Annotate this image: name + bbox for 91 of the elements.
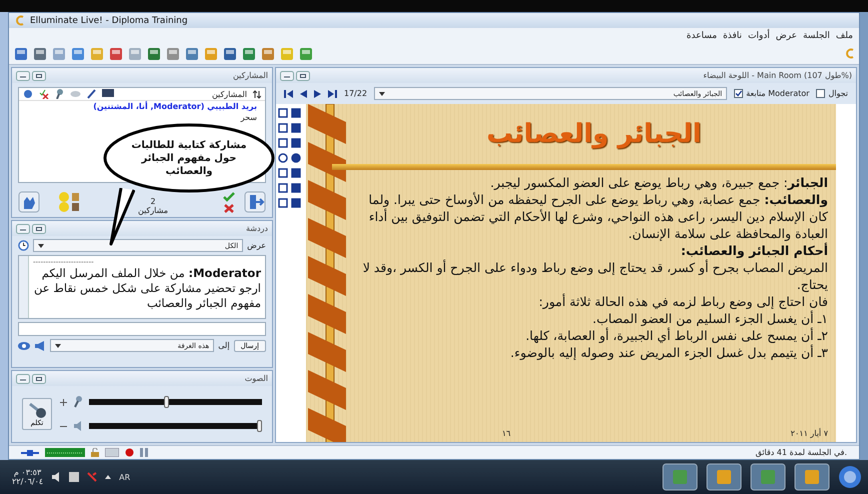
caret-icon xyxy=(38,244,44,248)
menu-item[interactable]: ملف xyxy=(836,31,853,41)
taskbar-app-icon[interactable] xyxy=(794,463,830,491)
window-title: Elluminate Live! - Diploma Training xyxy=(30,16,188,26)
megaphone-icon[interactable] xyxy=(34,340,46,350)
participant-name: سحر xyxy=(240,113,257,122)
slide-date: ٧ أيار ٢٠١١ xyxy=(790,429,828,438)
scrollbar[interactable] xyxy=(19,256,29,318)
slide-paragraph: فان احتاج إلى وضع رباط لزمه في هذه الحالة ثلاثة أمور: xyxy=(538,293,828,310)
menu-item[interactable]: عرض xyxy=(776,31,797,41)
microphone-icon xyxy=(73,396,83,408)
slider-thumb[interactable] xyxy=(257,420,262,432)
follow-label: متابعة Moderator xyxy=(746,89,810,98)
taskbar-app-icon[interactable] xyxy=(750,463,786,491)
speech-bubble-tail xyxy=(109,188,135,246)
participant-name: بريد الطبيبي (Moderator, أنا، المشتنين) xyxy=(93,102,257,111)
session-time: في الجلسة لمدة 41 دقائق. xyxy=(756,448,847,457)
record-icon[interactable] xyxy=(125,448,134,457)
speaker-icon xyxy=(73,420,83,432)
minimize-button[interactable] xyxy=(16,224,30,234)
emoticons-icon[interactable] xyxy=(58,191,82,213)
exit-icon[interactable] xyxy=(244,191,266,213)
explore-checkbox[interactable] xyxy=(816,89,826,98)
menu-item[interactable]: أدوات xyxy=(748,31,770,41)
follow-checkbox[interactable] xyxy=(734,89,744,98)
speaker-slider[interactable] xyxy=(89,420,262,432)
chat-input[interactable] xyxy=(18,322,266,336)
approve-deny-icon[interactable] xyxy=(222,191,236,213)
participant-row[interactable]: سحر xyxy=(19,112,265,123)
panel-title: المشاركين xyxy=(232,71,268,80)
square-icon[interactable] xyxy=(278,168,288,178)
plus-icon[interactable] xyxy=(60,398,67,406)
callout-text: مشاركة كتابية للطالبات حول مفهوم الجبائر والعصائب xyxy=(130,139,248,178)
app-icon xyxy=(15,14,25,26)
menu-item[interactable]: الجلسة xyxy=(802,31,830,41)
pause-icon[interactable] xyxy=(140,448,148,457)
clock-time: ٠٣:٥٣ م xyxy=(14,468,42,477)
restore-button[interactable] xyxy=(296,70,310,80)
explore-label: تجوال xyxy=(828,89,848,98)
count-label: مشاركين xyxy=(138,206,168,215)
microphone-slider[interactable] xyxy=(89,396,262,408)
slide-paragraph: المريض المصاب بجرح أو كسر، قد يحتاج إلى وضع رباط ودواء على الجرح أو الكسر ،وقد لا يحتاج. xyxy=(362,259,828,293)
microphone-icon xyxy=(55,89,64,99)
clock-date: ٢٢/٠٦/٠٤ xyxy=(12,477,44,486)
to-label: إلى xyxy=(218,341,230,350)
eye-icon[interactable] xyxy=(18,342,30,350)
filled-square-icon[interactable] xyxy=(291,168,301,178)
menu-item[interactable]: مساعدة xyxy=(686,31,717,41)
slide-paragraph: ٢ـ أن يمسح على نفس الرباط أي الجبيرة، أو العصابة، كلها. xyxy=(524,327,828,344)
panel-title: الصوت xyxy=(244,374,268,383)
restore-button[interactable] xyxy=(32,70,46,80)
volume-icon[interactable] xyxy=(51,472,62,482)
next-page-button[interactable] xyxy=(314,90,321,98)
minimize-button[interactable] xyxy=(16,374,30,384)
panel-title: دردشة xyxy=(246,224,268,233)
check-cross-icon xyxy=(39,89,49,99)
activity-meter-icon xyxy=(45,448,85,457)
last-page-button[interactable] xyxy=(328,90,337,98)
help-orb-icon[interactable] xyxy=(838,465,862,489)
filter-label: عرض xyxy=(247,241,266,250)
slide-paragraph: ٣ـ أن يتيمم بدل غسل الجزء المريض عند وصوله إليه بالوضوء. xyxy=(509,344,828,361)
taskbar-app-icon[interactable] xyxy=(662,463,698,491)
slide-number: ١٦ xyxy=(502,429,511,438)
restore-button[interactable] xyxy=(32,374,46,384)
sort-icon[interactable] xyxy=(253,90,261,98)
column-header: المشاركين xyxy=(210,90,247,98)
previous-page-button[interactable] xyxy=(300,90,307,98)
slide-heading: أحكام الجبائر والعصائب: xyxy=(680,242,828,259)
menu-item[interactable]: نافذة xyxy=(722,31,742,41)
first-page-button[interactable] xyxy=(284,90,293,98)
slide-title: الجبائر والعصائب xyxy=(486,118,702,151)
taskbar-app-icon[interactable] xyxy=(706,463,742,491)
slide-paragraph: والعصائب: جمع عصابة، وهي رباط يوضع على الجرح ليحفظه من الأوساخ حتى يبرا. ولما كان الإسلام دين اليسر، راعى هذه النواحي، وشرع لها الأحكام التي تضمن التوفيق بين أداء العبادة والمحافظة على سلامة الإنسان. xyxy=(368,191,828,242)
caret-icon xyxy=(379,92,386,96)
restore-button[interactable] xyxy=(32,224,46,234)
tray-caret-icon[interactable] xyxy=(105,475,112,479)
participant-row[interactable]: بريد الطبيبي (Moderator, أنا، المشتنين) xyxy=(19,101,265,112)
chat-bubble-icon xyxy=(70,90,81,98)
connection-icon xyxy=(21,448,39,456)
participant-count: 2 xyxy=(150,197,156,206)
page-counter: 17/22 xyxy=(344,89,368,98)
slide-paragraph: الجبائر: جمع جبيرة، وهي رباط يوضع على العضو المكسور ليجبر. xyxy=(489,174,828,191)
minimize-button[interactable] xyxy=(16,70,30,80)
minimize-button[interactable] xyxy=(280,70,294,80)
panel-title: اللوحة البيضاء - Main Room (طول 107%) xyxy=(703,71,852,80)
slider-thumb[interactable] xyxy=(164,396,169,408)
clock-icon[interactable] xyxy=(18,240,29,251)
microphone-icon xyxy=(27,401,47,419)
caret-icon xyxy=(55,344,61,348)
slide-paragraph: ١ـ أن يغسل الجزء السليم من العضو المصاب. xyxy=(592,310,828,327)
language-indicator[interactable]: AR xyxy=(119,472,130,482)
